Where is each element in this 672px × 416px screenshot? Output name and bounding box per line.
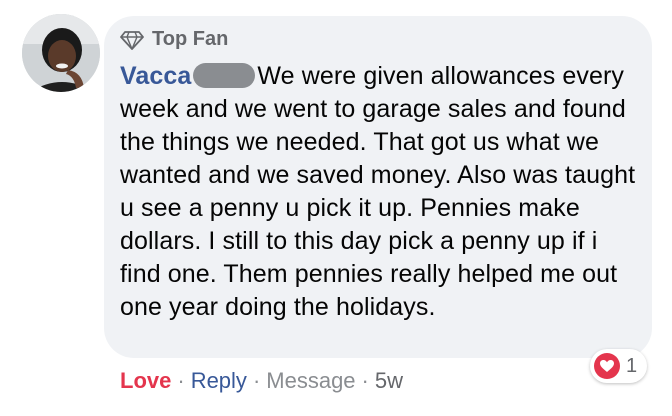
separator-dot: · <box>361 368 369 393</box>
comment-author-link[interactable]: Vacca <box>120 62 191 90</box>
love-button[interactable]: Love <box>120 368 171 394</box>
diamond-icon <box>120 30 144 50</box>
avatar-photo <box>22 14 100 92</box>
comment-body: We were given allowances every week and … <box>120 62 636 321</box>
top-fan-label: Top Fan <box>152 28 229 50</box>
separator-dot: · <box>177 368 185 393</box>
comment-page: Top Fan Vacca We were given allowances ev… <box>0 0 672 416</box>
avatar[interactable] <box>22 14 100 92</box>
comment-actions-bar: Love · Reply · Message · 5w <box>120 368 403 394</box>
top-fan-badge[interactable]: Top Fan <box>120 28 228 51</box>
message-button[interactable]: Message <box>266 368 355 394</box>
comment-bubble: Top Fan Vacca We were given allowances ev… <box>104 16 652 358</box>
reaction-count: 1 <box>626 354 638 377</box>
comment-timestamp[interactable]: 5w <box>375 368 403 394</box>
comment-text-block: Vacca We were given allowances every week… <box>120 60 640 324</box>
redacted-name-block <box>193 63 256 88</box>
reply-button[interactable]: Reply <box>191 368 247 394</box>
separator-dot: · <box>252 368 261 393</box>
reaction-summary[interactable]: 1 <box>590 349 648 383</box>
love-heart-icon <box>594 353 620 379</box>
